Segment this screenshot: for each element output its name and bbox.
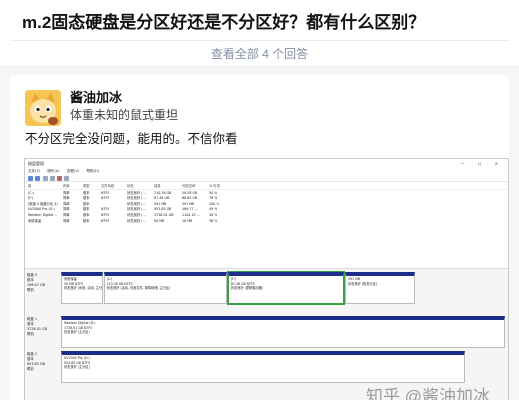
col-status: 状态 [127,184,134,188]
menu-bar: 文件(F) 操作(A) 查看(V) 帮助(H) [25,168,508,175]
view-all-answers-link[interactable]: 查看全部 4 个回答 [0,45,519,62]
forward-icon [35,176,40,181]
table-cell: 简单 [63,218,70,223]
author-name[interactable]: 酱油加冰 [70,87,122,106]
partition-text: 状态良好 (主分区) [64,330,90,335]
window-title-bar: 磁盘管理 — ☐ ✕ [25,159,508,168]
table-cell: 36 % [209,218,218,223]
col-free: 可用空间 [182,184,196,188]
disk-partition-bar: 系统保留 50 MB NTFS 状态良好 (系统, 活动, 主分区) (C:) 110.… [61,271,416,305]
disk-label-line: 联机 [27,288,34,292]
partition-text: 状态良好 (启动, 页面文件, 故障转储, 主分区) [106,286,171,291]
partition-text: 状态良好 (恢复分区) [348,281,377,286]
volume-table-header: 卷 布局 类型 文件系统 状态 容量 可用空间 % 可用 [27,184,508,190]
menu-view: 查看(V) [66,169,80,173]
question-card: m.2固态硬盘是分区好还是不分区好？都有什么区别？ 查看全部 4 个回答 [0,0,519,65]
grid-icon [43,176,48,181]
question-title[interactable]: m.2固态硬盘是分区好还是不分区好？都有什么区别？ [22,8,425,33]
menu-file: 文件(F) [28,169,41,173]
partition-text: 状态良好 (逻辑驱动器) [230,286,264,291]
window-title: 磁盘管理 [28,161,44,166]
disk-partition-bar: Western Digital (D:) 3726.01 GB NTFS 状态良好 … [61,316,506,348]
col-type: 类型 [83,184,90,188]
disk-map: 磁盘 0 基本 198.47 GB 联机 系统保留 50 MB NTFS 状态良好 (系统,… [25,268,508,400]
disk-label-line: 联机 [27,367,34,371]
disk-label-line: 联机 [27,332,34,336]
partition-block[interactable]: (C:) 110.36 GB NTFS 状态良好 (启动, 页面文件, 故障转储, … [103,272,227,304]
table-row[interactable]: 系统保留 简单 基本 NTFS 状态良好 (... 50 MB 18 MB 36 % [27,219,508,225]
col-filesystem: 文件系统 [101,184,115,188]
table-cell: 系统保留 [28,218,42,223]
table-cell: 18 MB [182,218,193,223]
table-cell: 状态良好 (... [127,218,146,223]
partition-block[interactable]: 系统保留 50 MB NTFS 状态良好 (系统, 活动, 主分区) [61,272,103,304]
toolbar [25,175,508,182]
table-cell: 基本 [83,218,90,223]
answer-card: 酱油加冰 体重未知的鼠式重坦 不分区完全没问题，能用的。不信你看 磁盘管理 — … [10,75,509,400]
divider [10,40,509,41]
partition-block[interactable]: Western Digital (D:) 3726.01 GB NTFS 状态良好 … [61,316,505,348]
disk-management-screenshot[interactable]: 磁盘管理 — ☐ ✕ 文件(F) 操作(A) 查看(V) 帮助(H) 卷 布局 … [24,158,509,400]
col-capacity: 容量 [154,184,161,188]
avatar[interactable] [25,90,61,126]
watermark: 知乎 @酱油加冰 [366,387,490,400]
menu-help: 帮助(H) [86,169,100,173]
window-controls: — ☐ ✕ [460,161,504,166]
menu-action: 操作(A) [47,169,60,173]
back-icon [28,176,33,181]
disk-label[interactable]: 磁盘 2 基本 953.85 GB 联机 [27,352,59,372]
disk-label[interactable]: 磁盘 0 基本 198.47 GB 联机 [27,273,59,293]
cat-avatar-icon [25,90,61,126]
table-cell: NTFS [101,218,110,223]
col-layout: 布局 [63,184,70,188]
properties-icon [64,176,69,181]
help-icon [50,176,55,181]
col-free-pct: % 可用 [209,184,220,188]
table-cell: 50 MB [154,218,165,223]
disk-label[interactable]: 磁盘 1 基本 3726.01 GB 联机 [27,317,59,337]
author-bio: 体重未知的鼠式重坦 [70,108,179,122]
volume-table: 卷 布局 类型 文件系统 状态 容量 可用空间 % 可用 (C:) 简单 基本 NTF… [27,184,508,235]
col-volume: 卷 [28,184,32,188]
partition-text: 状态良好 (主分区) [64,365,90,370]
partition-text: 状态良好 (系统, 活动, 主分区) [64,286,103,291]
partition-block[interactable]: (F:) 87.48 GB NTFS 状态良好 (逻辑驱动器) [226,271,345,305]
delete-icon [57,176,62,181]
partition-block[interactable]: HV2000 Pro (G:) 953.85 GB NTFS 状态良好 (主分区) [61,351,465,383]
answer-text: 不分区完全没问题，能用的。不信你看 [25,132,238,146]
disk-partition-bar: HV2000 Pro (G:) 953.85 GB NTFS 状态良好 (主分区) [61,351,466,383]
partition-block[interactable]: 591 MB 状态良好 (恢复分区) [345,272,415,304]
